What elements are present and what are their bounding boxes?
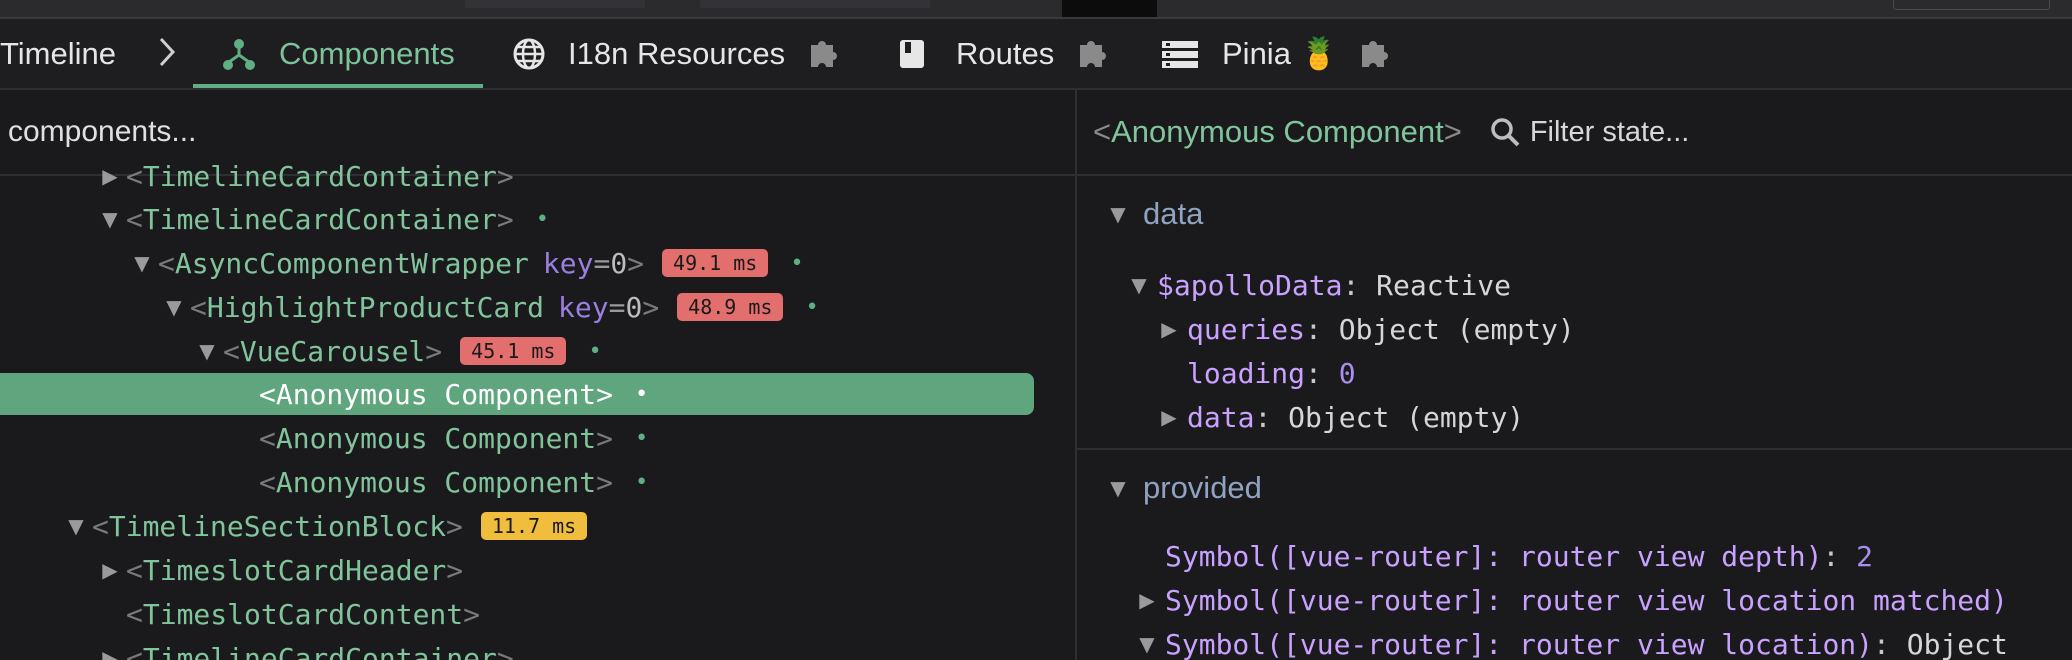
section-divider [1077,448,2072,450]
status-dot: • [790,250,804,276]
puzzle-icon [1074,37,1110,71]
tree-row[interactable]: < Anonymous Component > • [259,417,648,459]
tab-pinia[interactable]: Pinia 🍍 [1162,19,1392,88]
triangle-down-icon[interactable]: ▼ [94,207,126,231]
section-provided-header[interactable]: ▼ provided [1105,470,1262,506]
triangle-right-icon[interactable]: ▶ [1157,317,1181,341]
state-row[interactable]: Symbol([vue-router]: router view depth):… [1165,535,1873,577]
chevron-right-icon [157,33,177,80]
triangle-right-icon[interactable]: ▶ [1135,588,1159,612]
triangle-right-icon[interactable]: ▶ [94,646,126,660]
section-title: data [1143,196,1204,231]
tree-row[interactable]: ▼ < TimelineCardContainer > • [94,198,549,240]
tab-timeline-label: Timeline [0,35,116,71]
tree-row[interactable]: ▼ < TimelineSectionBlock > 11.7 ms [60,505,588,547]
tab-components[interactable]: Components [193,19,483,88]
render-time-badge: 48.9 ms [677,293,784,321]
state-row[interactable]: ▶ Symbol([vue-router]: router view locat… [1135,579,2008,621]
component-name: TimelineCardContainer [142,159,497,193]
triangle-right-icon[interactable]: ▶ [94,164,126,188]
component-search-input[interactable] [0,108,910,156]
key-attr: key [558,290,609,324]
triangle-down-icon[interactable]: ▼ [60,514,92,538]
component-name: TimeslotCardHeader [142,553,447,587]
render-time-badge: 49.1 ms [662,249,769,277]
tree-row[interactable]: ▶ < TimeslotCardHeader > [94,549,463,591]
tree-row-selected[interactable]: < Anonymous Component > • [0,373,1034,415]
dark-block [1062,0,1157,17]
tab-i18n-label: I18n Resources [568,35,786,71]
devtools-tab-bar: Timeline Components I18n Resources Route… [0,19,2072,90]
state-row[interactable]: ▼ $apolloData: Reactive [1127,264,1511,306]
section-title: provided [1143,470,1262,505]
tree-row[interactable]: ▶ < TimelineCardContainer > [94,637,513,660]
triangle-down-icon[interactable]: ▼ [1135,632,1159,656]
component-name: Anonymous Component [275,377,597,411]
tree-row[interactable]: ▼ < HighlightProductCard key = 0 > 48.9 ms • [158,286,819,328]
component-name: Anonymous Component [275,465,597,499]
triangle-down-icon[interactable]: ▼ [1105,476,1131,500]
state-inspector-panel: <Anonymous Component> ▼ data ▼ $apolloDa… [1077,90,2072,660]
tab-timeline[interactable]: Timeline [0,19,116,88]
tab-components-label: Components [279,35,455,71]
component-name: AsyncComponentWrapper [174,246,529,280]
render-time-badge: 11.7 ms [480,512,588,540]
tree-row[interactable]: ▼ < AsyncComponentWrapper key = 0 > 49.1 ms … [126,242,804,284]
state-row[interactable]: ▶ queries: Object (empty) [1157,308,1574,350]
status-dot: • [635,381,649,407]
render-time-badge: 45.1 ms [460,337,567,365]
tree-row[interactable]: ▶ < TimelineCardContainer > [94,155,513,197]
tab-i18n-resources[interactable]: I18n Resources [512,19,841,88]
cut-off-text [465,0,645,8]
state-row[interactable]: ▶ data: Object (empty) [1157,396,1524,438]
component-name: TimelineCardContainer [142,202,497,236]
triangle-down-icon[interactable]: ▼ [1105,202,1131,226]
status-dot: • [588,338,602,364]
component-name: TimelineSectionBlock [108,509,447,543]
book-icon [898,38,926,70]
search-icon [1490,117,1520,147]
tree-row[interactable]: < Anonymous Component > • [259,461,648,503]
puzzle-icon [1356,37,1392,71]
component-name: VueCarousel [239,334,426,368]
inspector-header: <Anonymous Component> [1077,90,2072,176]
filter-state-input[interactable] [1527,109,1912,155]
status-dot: • [805,294,819,320]
triangle-right-icon[interactable]: ▶ [1157,405,1181,429]
selected-component-name: <Anonymous Component> [1093,114,1462,149]
key-attr: key [542,246,594,280]
component-name: HighlightProductCard [206,290,545,324]
component-tree-panel: ▶ <TimelineCardContainer> ▼ <TimelineCar… [0,90,1075,660]
top-right-input[interactable] [1893,0,2050,10]
tree-row[interactable]: ▼ < VueCarousel > 45.1 ms • [191,330,602,372]
component-name: Anonymous Component [275,421,597,455]
puzzle-icon [805,37,841,71]
state-row[interactable]: loading: 0 [1187,352,1356,394]
component-name: TimelineCardContainer [142,641,497,660]
status-dot: • [635,469,649,495]
tab-pinia-label: Pinia 🍍 [1222,36,1339,71]
component-tree: ▶ < TimelineCardContainer > ▼ < TimelineCar… [0,160,1075,660]
triangle-down-icon[interactable]: ▼ [126,251,158,275]
state-row[interactable]: ▼ Symbol([vue-router]: router view locat… [1135,623,2008,660]
tab-routes-label: Routes [956,35,1055,71]
list-icon [1162,39,1198,69]
active-tab-indicator [193,84,483,88]
browser-top-strip [0,0,2072,19]
component-name: TimeslotCardContent [142,597,464,631]
triangle-down-icon[interactable]: ▼ [158,295,190,319]
tree-row[interactable]: < TimeslotCardContent > [126,593,480,635]
cut-off-text [700,0,930,8]
component-tree-icon [223,37,255,71]
triangle-down-icon[interactable]: ▼ [191,339,223,363]
section-data-header[interactable]: ▼ data [1105,196,1203,232]
triangle-down-icon[interactable]: ▼ [1127,273,1151,297]
status-dot: • [635,425,649,451]
triangle-right-icon[interactable]: ▶ [94,558,126,582]
globe-icon [512,37,546,71]
tab-routes[interactable]: Routes [898,19,1110,88]
status-dot: • [535,206,549,232]
